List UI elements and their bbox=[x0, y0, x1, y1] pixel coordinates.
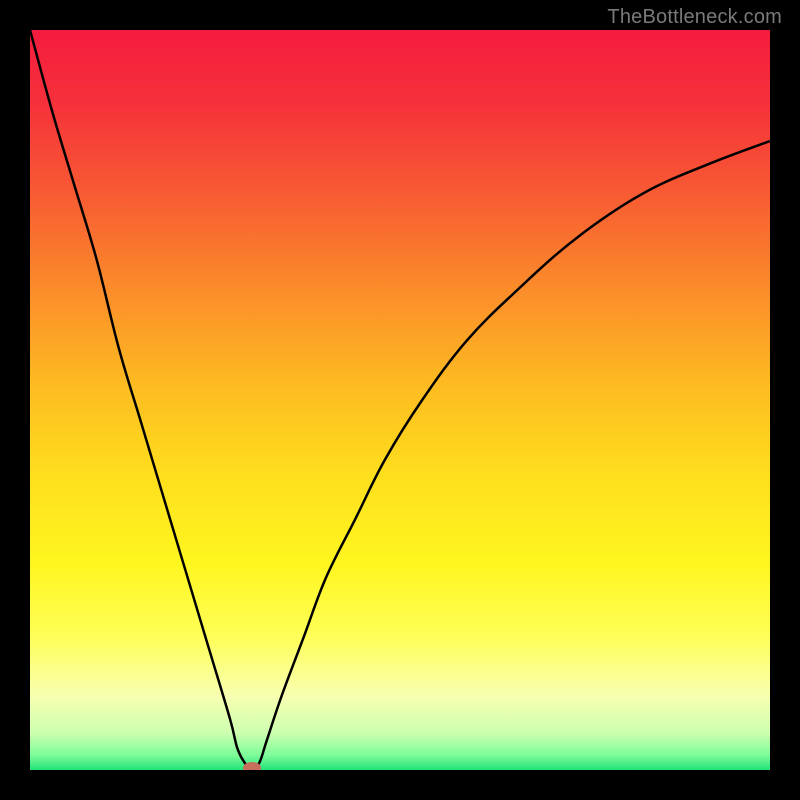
chart-container: TheBottleneck.com bbox=[0, 0, 800, 800]
plot-area bbox=[30, 30, 770, 770]
watermark-text: TheBottleneck.com bbox=[607, 6, 782, 29]
gradient-background bbox=[30, 30, 770, 770]
bottleneck-chart bbox=[30, 30, 770, 770]
